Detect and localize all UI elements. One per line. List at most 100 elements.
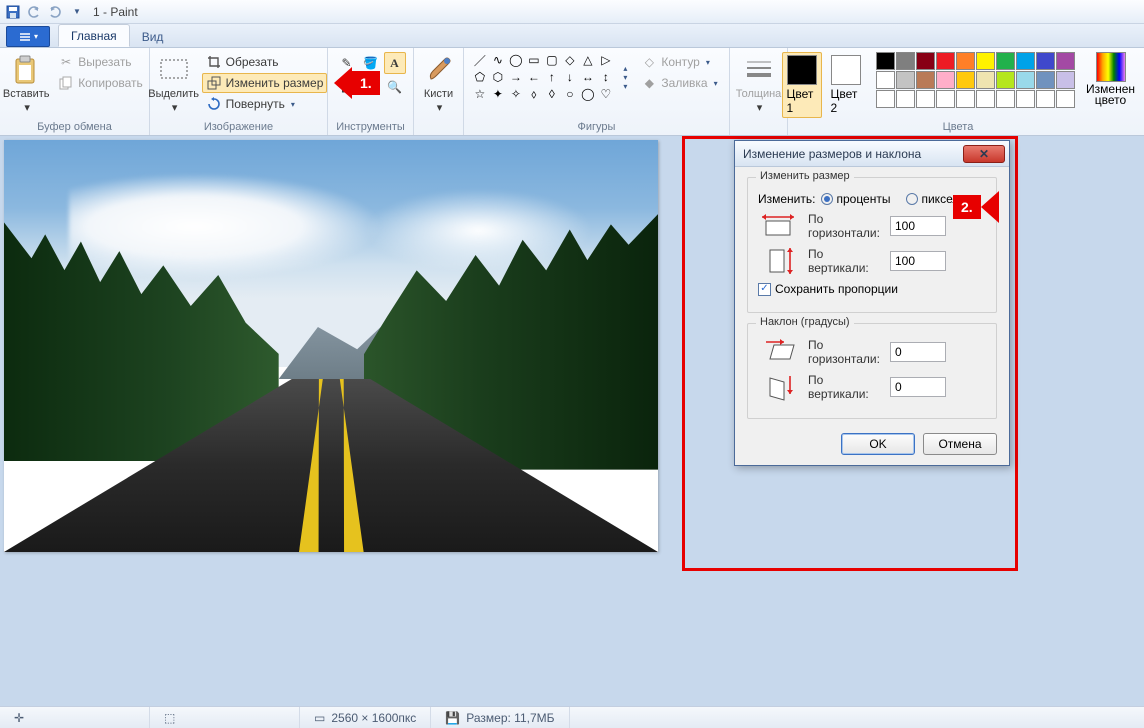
color-swatch[interactable] [916, 90, 935, 108]
color-swatch[interactable] [936, 52, 955, 70]
tab-home[interactable]: Главная [58, 24, 130, 47]
tab-view[interactable]: Вид [130, 26, 176, 47]
color-swatch[interactable] [976, 71, 995, 89]
rotate-button[interactable]: Повернуть▾ [202, 94, 328, 114]
color-swatch[interactable] [916, 71, 935, 89]
by-label: Изменить: [758, 192, 815, 206]
dimensions-icon: ▭ [314, 711, 325, 725]
weight-icon [743, 54, 775, 86]
color-swatch[interactable] [1036, 71, 1055, 89]
color-swatch[interactable] [876, 90, 895, 108]
resize-legend: Изменить размер [756, 170, 854, 182]
color-swatch[interactable] [1036, 52, 1055, 70]
color-swatch[interactable] [996, 90, 1015, 108]
group-label: Фигуры [470, 121, 723, 135]
color-swatch[interactable] [936, 90, 955, 108]
rainbow-icon [1096, 52, 1126, 82]
color-swatch[interactable] [916, 52, 935, 70]
redo-icon[interactable] [46, 3, 64, 21]
status-selection: ⬚ [150, 707, 300, 728]
crop-button[interactable]: Обрезать [202, 52, 328, 72]
canvas[interactable] [4, 140, 658, 552]
color-swatch[interactable] [1016, 90, 1035, 108]
shapes-gallery[interactable]: ／∿◯▭▢◇△▷ ⬠⬡→←↑↓↔↕ ☆✦✧⬨◊○◯♡ [471, 52, 614, 102]
titlebar: ▼ 1 - Paint [0, 0, 1144, 24]
group-label: Инструменты [334, 121, 407, 135]
color-swatch[interactable] [956, 71, 975, 89]
color-swatch[interactable] [896, 52, 915, 70]
scissors-icon: ✂ [58, 54, 74, 70]
dialog-title: Изменение размеров и наклона [743, 147, 921, 161]
paste-button[interactable]: Вставить▾ [2, 52, 50, 116]
crosshair-icon: ✛ [14, 711, 24, 725]
group-label: Изображение [156, 121, 321, 135]
color-swatch[interactable] [936, 71, 955, 89]
weight-button[interactable]: Толщина▾ [735, 52, 783, 116]
shape-fill-button[interactable]: ◆Заливка▾ [637, 73, 721, 93]
color-swatch[interactable] [1016, 52, 1035, 70]
shape-outline-button[interactable]: ◇Контур▾ [637, 52, 721, 72]
dialog-titlebar[interactable]: Изменение размеров и наклона ✕ [735, 141, 1009, 167]
group-brushes: Кисти▾ [414, 48, 464, 135]
resize-vert-input[interactable] [890, 251, 946, 271]
group-label [420, 133, 457, 135]
keep-aspect-checkbox[interactable]: Сохранить пропорции [758, 282, 898, 296]
checkbox-on-icon [758, 283, 771, 296]
skew-vert-input[interactable] [890, 377, 946, 397]
copy-icon [58, 75, 74, 91]
color1-button[interactable]: Цвет 1 [782, 52, 822, 118]
select-rect-icon [158, 54, 190, 86]
edit-colors-button[interactable]: Изменен цвето [1087, 52, 1135, 106]
shapes-expand-icon[interactable]: ▾ [623, 82, 627, 91]
qat-dropdown-icon[interactable]: ▼ [67, 3, 85, 21]
file-tab[interactable]: ▾ [6, 26, 50, 47]
color-swatch[interactable] [1056, 52, 1075, 70]
ribbon-tabs: ▾ Главная Вид [0, 24, 1144, 48]
group-label: Цвета [794, 121, 1122, 135]
group-clipboard: Вставить▾ ✂Вырезать Копировать Буфер обм… [0, 48, 150, 135]
resize-button[interactable]: Изменить размер [202, 73, 328, 93]
resize-horiz-input[interactable] [890, 216, 946, 236]
dialog-close-button[interactable]: ✕ [963, 145, 1005, 163]
annotation-arrow-1: 1. [334, 67, 380, 99]
brush-icon [423, 54, 455, 86]
outline-icon: ◇ [641, 54, 657, 70]
shapes-scroll-down-icon[interactable]: ▾ [623, 73, 627, 82]
color-swatch[interactable] [896, 71, 915, 89]
copy-button[interactable]: Копировать [54, 73, 147, 93]
resize-horiz-icon [758, 213, 802, 239]
fill-icon: ◆ [641, 75, 657, 91]
color-swatch[interactable] [1016, 71, 1035, 89]
color2-button[interactable]: Цвет 2 [826, 52, 866, 118]
color-swatch[interactable] [876, 71, 895, 89]
zoom-tool[interactable]: 🔍 [384, 76, 406, 98]
color-swatch[interactable] [956, 90, 975, 108]
cancel-button[interactable]: Отмена [923, 433, 997, 455]
undo-icon[interactable] [25, 3, 43, 21]
text-tool[interactable]: A [384, 52, 406, 74]
radio-percent[interactable]: проценты [821, 192, 890, 206]
skew-horiz-input[interactable] [890, 342, 946, 362]
shapes-scroll-up-icon[interactable]: ▴ [623, 64, 627, 73]
color-swatch[interactable] [976, 52, 995, 70]
color-swatch[interactable] [956, 52, 975, 70]
status-cursor-pos: ✛ [0, 707, 150, 728]
color1-swatch [787, 55, 817, 85]
color-swatch[interactable] [1056, 71, 1075, 89]
ok-button[interactable]: OK [841, 433, 915, 455]
color-swatch[interactable] [1036, 90, 1055, 108]
color-swatch[interactable] [996, 52, 1015, 70]
color-palette[interactable] [876, 52, 1075, 108]
canvas-image [4, 140, 658, 552]
save-icon[interactable] [4, 3, 22, 21]
color-swatch[interactable] [996, 71, 1015, 89]
cut-button[interactable]: ✂Вырезать [54, 52, 147, 72]
color-swatch[interactable] [976, 90, 995, 108]
color-swatch[interactable] [896, 90, 915, 108]
select-button[interactable]: Выделить▾ [150, 52, 198, 116]
window-title: 1 - Paint [93, 5, 138, 19]
color-swatch[interactable] [876, 52, 895, 70]
color-swatch[interactable] [1056, 90, 1075, 108]
group-colors: Цвет 1 Цвет 2 Изменен цвето Цвета [788, 48, 1128, 135]
brushes-button[interactable]: Кисти▾ [415, 52, 463, 116]
